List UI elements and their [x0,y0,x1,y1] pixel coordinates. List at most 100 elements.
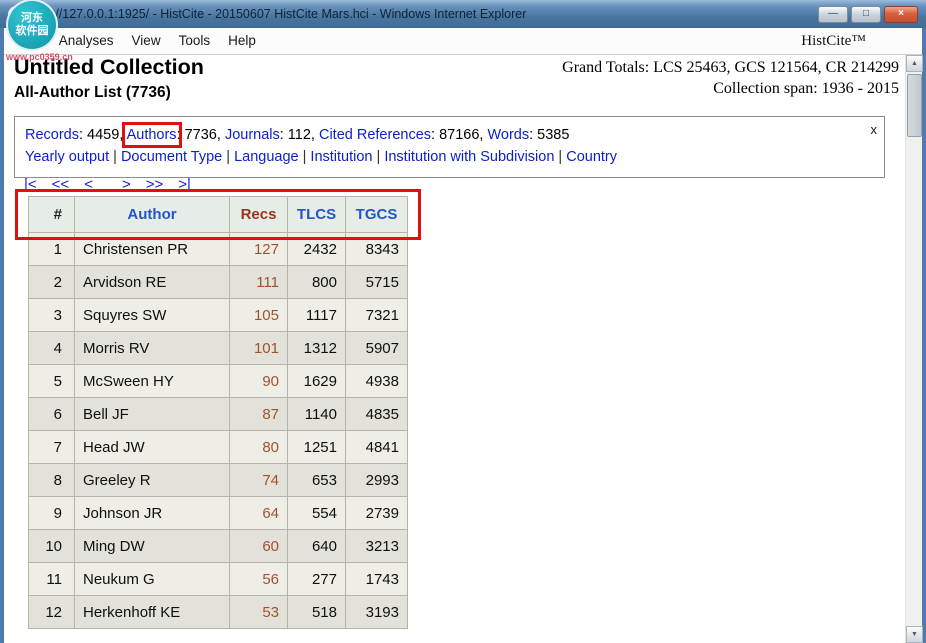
pagination: |<<<<>>>>| [24,176,206,193]
menu-item-tools[interactable]: Tools [170,29,220,52]
cell-recs: 60 [230,530,288,563]
table-body: 1Christensen PR127243283432Arvidson RE11… [29,233,408,629]
cell-tgcs: 3213 [346,530,408,563]
cell-author: Squyres SW [75,299,230,332]
cell-tlcs: 640 [288,530,346,563]
separator: | [373,149,385,165]
table-row: 12Herkenhoff KE535183193 [29,596,408,629]
grand-totals: Grand Totals: LCS 25463, GCS 121564, CR … [562,57,899,99]
list-subtitle: All-Author List (7736) [14,84,171,102]
watermark-logo-icon: 河东 软件园 [6,0,58,51]
view-link-institution[interactable]: Institution [310,149,372,165]
view-link-document-type[interactable]: Document Type [121,149,222,165]
stats-link-words[interactable]: Words [487,127,529,143]
cell-rank: 11 [29,563,75,596]
cell-tlcs: 1312 [288,332,346,365]
stats-value-journals: : 112, [280,127,319,143]
panel-close-icon[interactable]: x [871,119,878,141]
cell-tgcs: 7321 [346,299,408,332]
first-page[interactable]: |< [24,176,37,193]
view-link-language[interactable]: Language [234,149,299,165]
menubar: FileAnalysesViewToolsHelp HistCite™ [4,28,922,55]
cell-tgcs: 5715 [346,266,408,299]
view-link-country[interactable]: Country [566,149,617,165]
cell-tlcs: 1629 [288,365,346,398]
cell-tlcs: 1140 [288,398,346,431]
column-header-author[interactable]: Author [75,197,230,233]
cell-recs: 74 [230,464,288,497]
view-link-institution-with-subdivision[interactable]: Institution with Subdivision [384,149,554,165]
cell-author: Greeley R [75,464,230,497]
scroll-down-icon[interactable]: ▼ [906,626,923,643]
stats-link-cited-references[interactable]: Cited References [319,127,431,143]
window-controls: — □ × [818,6,918,23]
stats-value-records: : 4459, [79,127,127,143]
table-row: 7Head JW8012514841 [29,431,408,464]
table-row: 1Christensen PR12724328343 [29,233,408,266]
column-header-recs[interactable]: Recs [230,197,288,233]
next-page[interactable]: > [122,176,131,193]
separator: | [554,149,566,165]
maximize-button[interactable]: □ [851,6,881,23]
watermark-text-1: 河东 [21,12,43,25]
cell-recs: 111 [230,266,288,299]
cell-tlcs: 800 [288,266,346,299]
view-link-yearly-output[interactable]: Yearly output [25,149,109,165]
cell-recs: 80 [230,431,288,464]
cell-rank: 1 [29,233,75,266]
collection-span-line: Collection span: 1936 - 2015 [562,78,899,99]
cell-tlcs: 1117 [288,299,346,332]
column-header-tlcs[interactable]: TLCS [288,197,346,233]
menu-item-view[interactable]: View [123,29,170,52]
cell-recs: 90 [230,365,288,398]
stats-value-authors: : 7736, [177,127,225,143]
cell-author: Arvidson RE [75,266,230,299]
cell-tgcs: 1743 [346,563,408,596]
cell-tgcs: 5907 [346,332,408,365]
cell-tgcs: 4841 [346,431,408,464]
cell-tlcs: 277 [288,563,346,596]
rewind-pages[interactable]: << [52,176,70,193]
cell-recs: 127 [230,233,288,266]
cell-tgcs: 2739 [346,497,408,530]
menu-item-help[interactable]: Help [219,29,265,52]
grand-totals-line: Grand Totals: LCS 25463, GCS 121564, CR … [562,57,899,78]
cell-recs: 105 [230,299,288,332]
cell-author: Ming DW [75,530,230,563]
cell-rank: 6 [29,398,75,431]
stats-link-authors[interactable]: Authors [127,127,177,143]
minimize-button[interactable]: — [818,6,848,23]
watermark-url: www.pc0359.cn [6,52,86,62]
separator: | [222,149,234,165]
forward-pages[interactable]: >> [146,176,164,193]
table-row: 6Bell JF8711404835 [29,398,408,431]
cell-tlcs: 518 [288,596,346,629]
table-row: 4Morris RV10113125907 [29,332,408,365]
stats-link-journals[interactable]: Journals [225,127,280,143]
page-content: Untitled Collection All-Author List (773… [4,55,905,643]
column-header-tgcs[interactable]: TGCS [346,197,408,233]
stats-value-words: : 5385 [529,127,569,143]
last-page[interactable]: >| [178,176,191,193]
prev-page[interactable]: < [84,176,93,193]
table-row: 10Ming DW606403213 [29,530,408,563]
cell-tgcs: 4835 [346,398,408,431]
stats-link-records[interactable]: Records [25,127,79,143]
cell-recs: 64 [230,497,288,530]
watermark-text-2: 软件园 [16,25,49,38]
views-line: Yearly output | Document Type | Language… [25,146,874,168]
close-button[interactable]: × [884,6,918,23]
cell-author: Herkenhoff KE [75,596,230,629]
titlebar[interactable]: e http://127.0.0.1:1925/ - HistCite - 20… [0,0,926,28]
stats-value-cited-references: : 87166, [431,127,487,143]
column-header-rank: # [29,197,75,233]
scrollbar-thumb[interactable] [907,74,922,137]
scroll-up-icon[interactable]: ▲ [906,55,923,72]
stats-panel: Records: 4459, Authors: 7736, Journals: … [14,116,885,178]
cell-rank: 4 [29,332,75,365]
vertical-scrollbar[interactable]: ▲ ▼ [905,55,922,643]
cell-tlcs: 2432 [288,233,346,266]
cell-author: Head JW [75,431,230,464]
cell-author: Morris RV [75,332,230,365]
site-watermark: 河东 软件园 www.pc0359.cn [6,0,86,62]
